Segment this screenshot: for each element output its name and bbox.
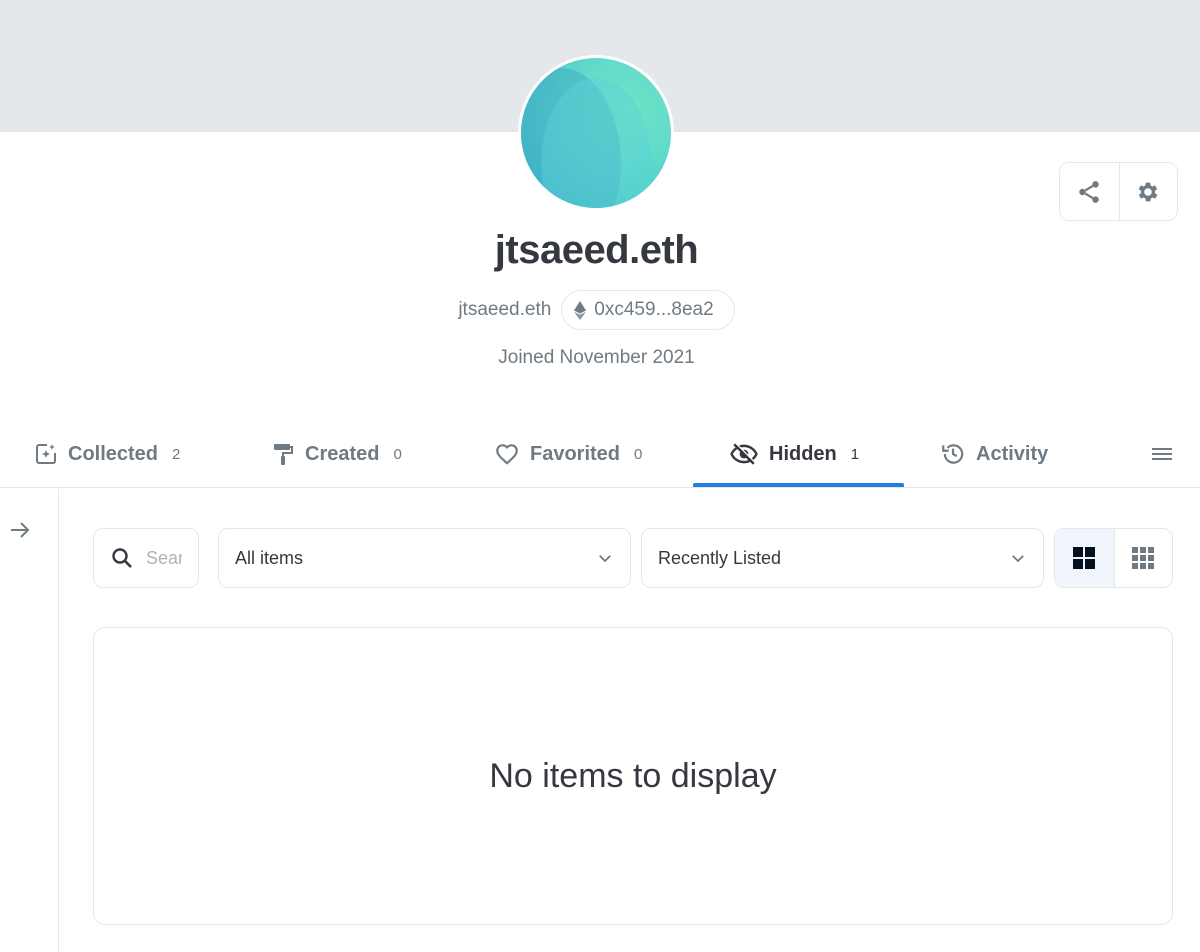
wallet-address: 0xc459...8ea2 [594, 299, 714, 320]
tab-created[interactable]: Created 0 [271, 420, 402, 488]
view-mode-toggle [1054, 528, 1173, 588]
filter-sidebar-toggle[interactable] [6, 516, 34, 544]
tab-label: Created [305, 442, 380, 465]
tab-activity[interactable]: Activity [940, 420, 1048, 488]
heart-icon [496, 444, 518, 465]
sort-select[interactable]: Recently Listed [641, 528, 1044, 588]
items-filter-value: All items [235, 547, 304, 568]
share-button[interactable] [1060, 163, 1119, 220]
joined-date: Joined November 2021 [498, 347, 695, 368]
tab-count: 1 [850, 445, 860, 463]
history-icon [942, 444, 964, 464]
tab-label: Activity [976, 442, 1049, 465]
large-grid-button[interactable] [1055, 529, 1114, 587]
profile-tabs: Collected 2 Created 0 Favorited 0 Hidden… [0, 420, 1200, 488]
items-panel: No items to display [93, 627, 1173, 925]
search-icon [112, 548, 132, 568]
tab-collected[interactable]: Collected 2 [34, 420, 180, 488]
profile-actions [1059, 162, 1178, 221]
tab-more[interactable] [1150, 420, 1176, 488]
wallet-address-button[interactable]: 0xc459...8ea2 [561, 290, 735, 330]
small-grid-icon [1132, 547, 1155, 569]
empty-state-message: No items to display [489, 756, 777, 795]
tab-label: Favorited [530, 442, 621, 465]
profile-identity-row: jtsaeed.eth 0xc459...8ea2 [0, 290, 1193, 330]
tab-count: 2 [172, 445, 181, 463]
tab-favorited[interactable]: Favorited 0 [494, 420, 642, 488]
share-icon [1079, 180, 1099, 203]
items-filter-select[interactable]: All items [218, 528, 631, 588]
search-input[interactable] [146, 547, 182, 569]
profile-name: jtsaeed.eth [494, 228, 699, 272]
large-grid-icon [1073, 547, 1096, 569]
settings-button[interactable] [1118, 163, 1178, 220]
ens-name[interactable]: jtsaeed.eth [458, 299, 551, 321]
collected-icon [36, 444, 56, 464]
arrow-right-icon [11, 522, 30, 538]
small-grid-button[interactable] [1113, 529, 1173, 587]
sort-value: Recently Listed [658, 547, 782, 568]
tab-label: Hidden [769, 442, 837, 465]
tab-hidden[interactable]: Hidden 1 [729, 420, 859, 488]
paint-roller-icon [274, 444, 293, 465]
tab-count: 0 [634, 445, 643, 463]
chevron-down-icon [599, 555, 611, 563]
profile-avatar [518, 55, 674, 211]
search-box[interactable] [93, 528, 199, 588]
eye-off-icon [730, 442, 758, 465]
list-icon [1152, 448, 1172, 460]
tab-count: 0 [393, 445, 402, 463]
gear-icon [1138, 182, 1158, 201]
sidebar-divider [58, 489, 59, 952]
ethereum-icon [574, 300, 587, 320]
chevron-down-icon [1012, 555, 1024, 563]
tab-label: Collected [68, 442, 159, 465]
active-tab-indicator [693, 483, 904, 487]
